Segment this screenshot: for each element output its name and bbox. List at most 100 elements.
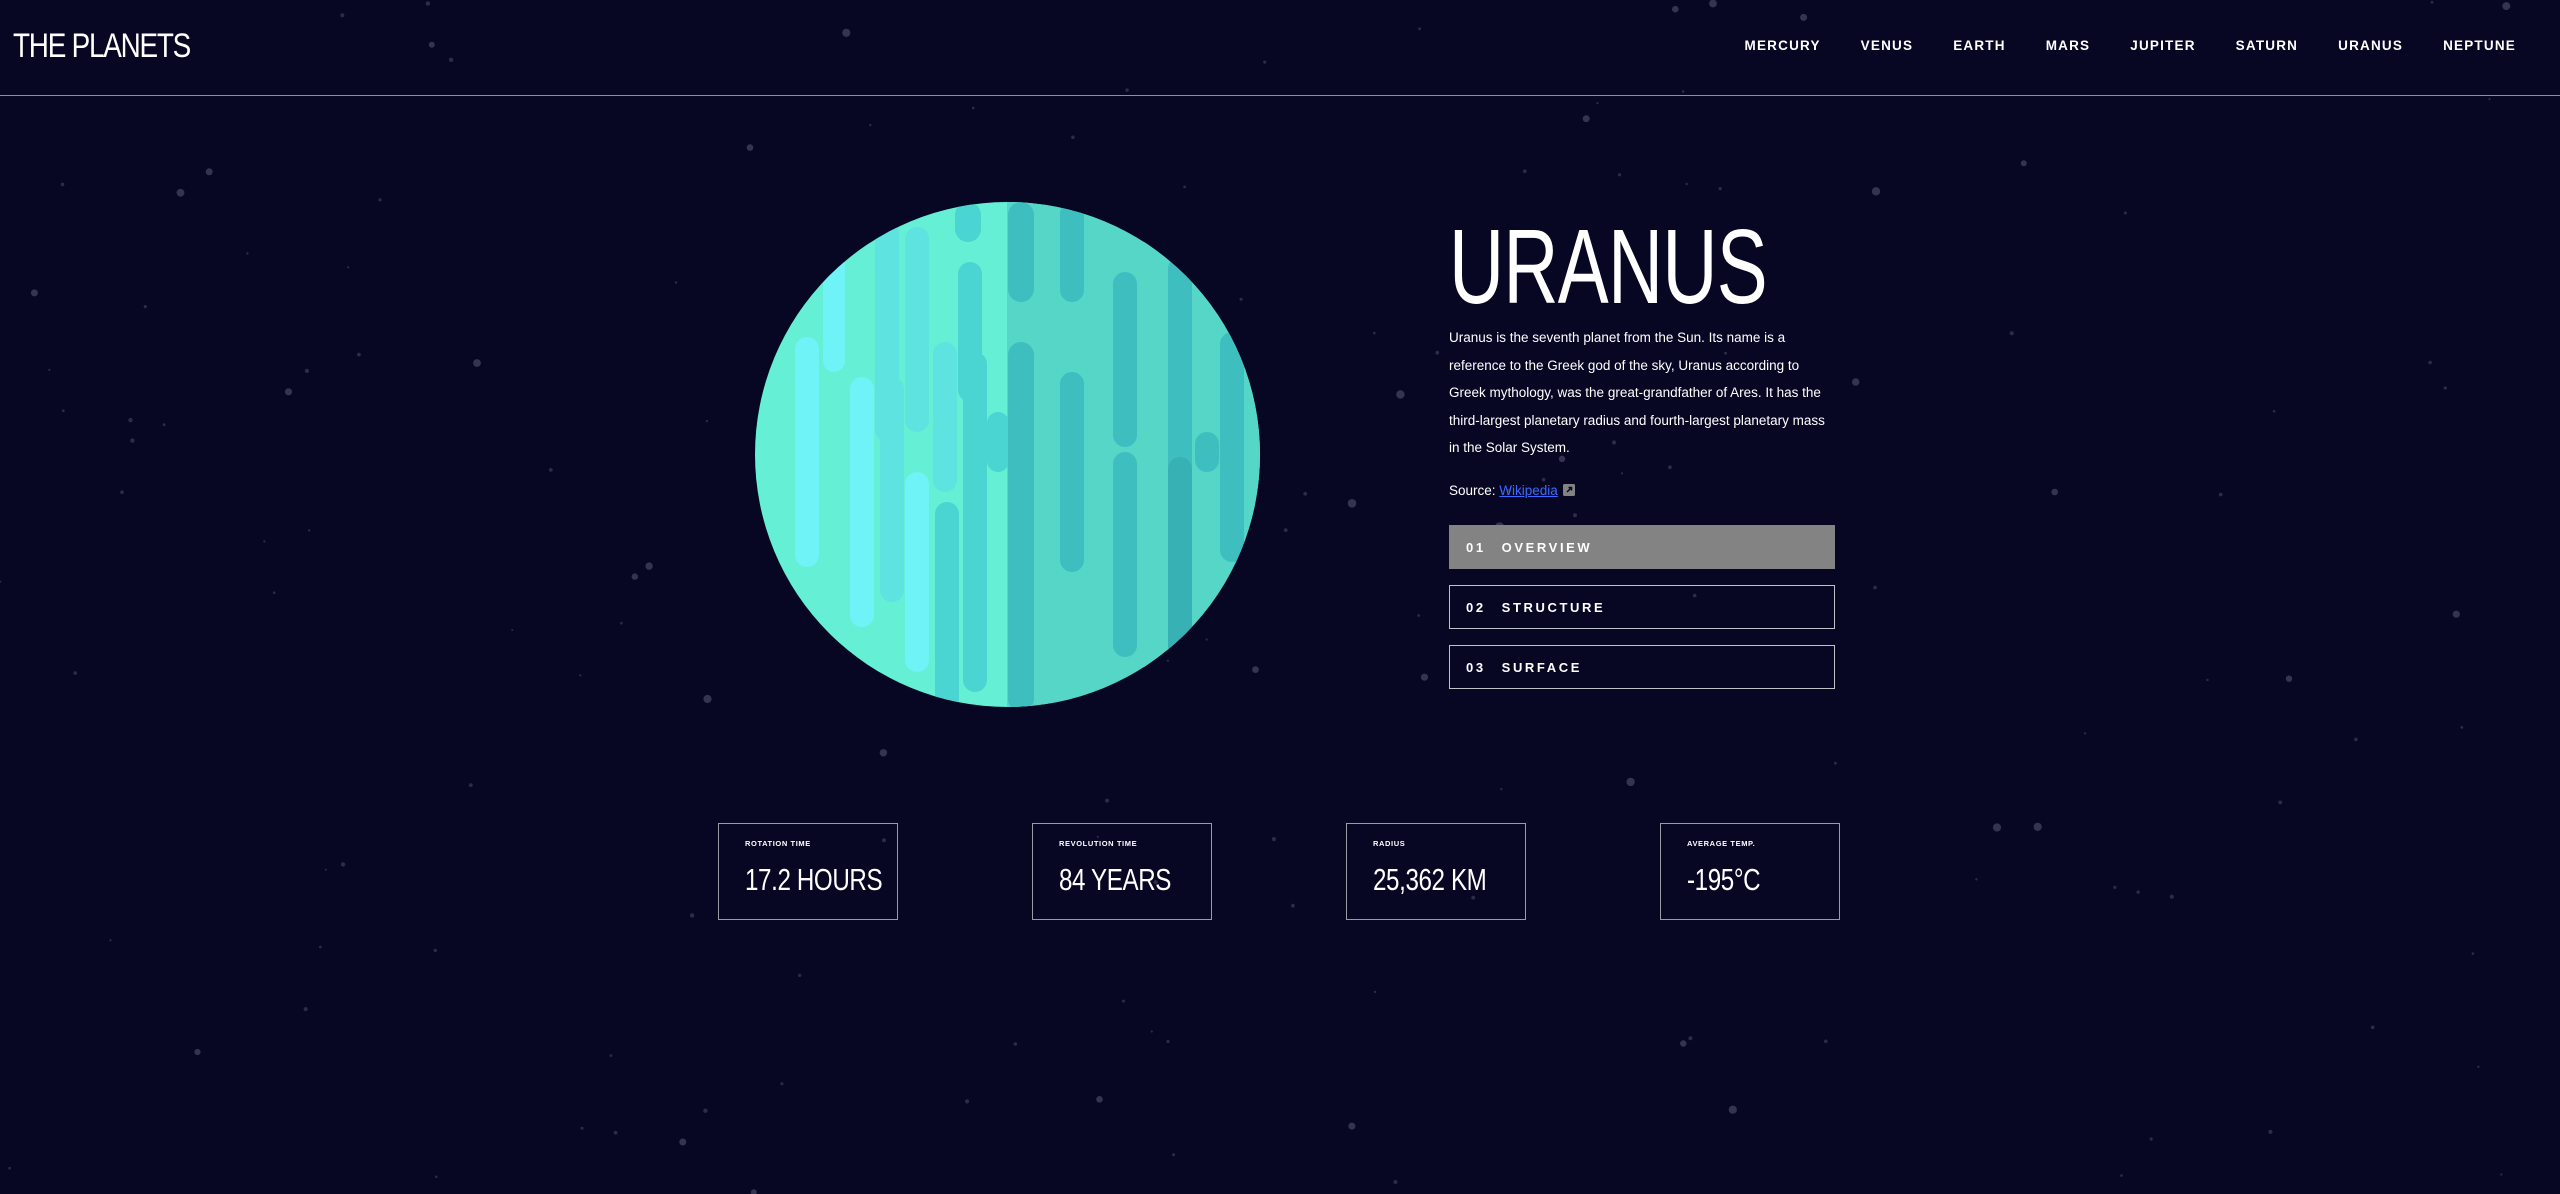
star-dot bbox=[1873, 585, 1877, 590]
tab-structure[interactable]: 02 STRUCTURE bbox=[1449, 585, 1835, 629]
star-dot bbox=[8, 1166, 11, 1170]
star-dot bbox=[1975, 878, 1978, 881]
star-dot bbox=[61, 409, 65, 413]
star-dot bbox=[1183, 185, 1186, 189]
star-dot bbox=[324, 868, 327, 871]
star-dot bbox=[2488, 98, 2491, 101]
star-dot bbox=[205, 168, 213, 176]
star-dot bbox=[60, 182, 65, 187]
star-dot bbox=[143, 305, 147, 309]
star-dot bbox=[284, 388, 293, 396]
star-dot bbox=[120, 490, 124, 495]
nav-item-mercury[interactable]: MERCURY bbox=[1745, 37, 1821, 55]
planet-info: URANUS Uranus is the seventh planet from… bbox=[1449, 212, 1835, 689]
nav-item-venus[interactable]: VENUS bbox=[1861, 37, 1914, 55]
star-dot bbox=[73, 671, 77, 675]
star-dot bbox=[468, 783, 473, 787]
star-dot bbox=[2123, 211, 2127, 215]
star-dot bbox=[1992, 823, 2002, 832]
star-dot bbox=[2471, 952, 2475, 955]
star-dot bbox=[1620, 472, 1624, 475]
star-dot bbox=[1417, 614, 1421, 617]
tab-overview[interactable]: 01 OVERVIEW bbox=[1449, 525, 1835, 569]
star-dot bbox=[109, 939, 112, 942]
nav-item-mars[interactable]: MARS bbox=[2046, 37, 2091, 55]
star-dot bbox=[780, 1082, 784, 1086]
external-link-icon[interactable] bbox=[1562, 482, 1575, 496]
star-dot bbox=[2051, 488, 2058, 496]
stat-revolution-time: REVOLUTION TIME 84 YEARS bbox=[1032, 823, 1212, 920]
star-dot bbox=[1523, 169, 1527, 173]
star-dot bbox=[2020, 160, 2027, 167]
star-dot bbox=[1373, 331, 1376, 335]
star-dot bbox=[2009, 331, 2014, 336]
star-dot bbox=[971, 106, 975, 110]
nav-item-saturn[interactable]: SATURN bbox=[2236, 37, 2298, 55]
star-dot bbox=[48, 368, 51, 371]
star-dot bbox=[1596, 102, 1599, 105]
star-dot bbox=[2285, 675, 2293, 682]
star-dot bbox=[2452, 610, 2460, 618]
star-dot bbox=[1688, 1036, 1693, 1041]
star-dot bbox=[750, 1189, 757, 1194]
star-dot bbox=[0, 580, 2, 583]
star-dot bbox=[2083, 732, 2087, 735]
tab-number: 03 bbox=[1466, 659, 1486, 675]
star-dot bbox=[263, 540, 266, 543]
nav-item-jupiter[interactable]: JUPITER bbox=[2130, 37, 2195, 55]
star-dot bbox=[579, 674, 582, 677]
star-dot bbox=[631, 573, 638, 580]
star-dot bbox=[2218, 492, 2223, 497]
star-dot bbox=[2500, 1173, 2503, 1176]
star-dot bbox=[1582, 115, 1590, 123]
source-link[interactable]: Wikipedia bbox=[1499, 483, 1558, 498]
site-header: THE PLANETS MERCURY VENUS EARTH MARS JUP… bbox=[0, 0, 2560, 96]
star-dot bbox=[869, 123, 872, 127]
star-dot bbox=[1373, 990, 1377, 994]
star-dot bbox=[1420, 673, 1429, 681]
star-dot bbox=[2428, 360, 2432, 365]
nav-item-neptune[interactable]: NEPTUNE bbox=[2443, 37, 2516, 55]
star-dot bbox=[689, 913, 695, 918]
star-dot bbox=[1096, 1096, 1103, 1103]
stat-radius: RADIUS 25,362 KM bbox=[1346, 823, 1526, 920]
star-dot bbox=[347, 266, 350, 269]
star-dot bbox=[30, 289, 38, 297]
nav-item-earth[interactable]: EARTH bbox=[1953, 37, 2006, 55]
star-dot bbox=[1303, 491, 1308, 496]
stat-value: 84 YEARS bbox=[1059, 862, 1172, 897]
planet-nav: MERCURY VENUS EARTH MARS JUPITER SATURN … bbox=[1705, 37, 2516, 55]
star-dot bbox=[746, 144, 754, 151]
star-dot bbox=[308, 529, 311, 532]
site-logo[interactable]: THE PLANETS bbox=[13, 26, 191, 66]
star-dot bbox=[357, 352, 361, 357]
tab-surface[interactable]: 03 SURFACE bbox=[1449, 645, 1835, 689]
star-dot bbox=[2206, 678, 2209, 682]
star-dot bbox=[246, 252, 249, 255]
stat-label: RADIUS bbox=[1373, 839, 1406, 848]
star-dot bbox=[1396, 390, 1405, 399]
star-dot bbox=[2113, 885, 2117, 890]
stat-label: REVOLUTION TIME bbox=[1059, 839, 1138, 848]
starfield-background bbox=[0, 0, 2511, 1194]
nav-item-uranus[interactable]: URANUS bbox=[2338, 37, 2403, 55]
stat-rotation-time: ROTATION TIME 17.2 HOURS bbox=[718, 823, 898, 920]
star-dot bbox=[319, 945, 322, 949]
stat-label: ROTATION TIME bbox=[745, 839, 811, 848]
tab-label: SURFACE bbox=[1501, 659, 1582, 675]
star-dot bbox=[1617, 173, 1622, 177]
star-dot bbox=[645, 562, 653, 570]
star-dot bbox=[2354, 737, 2358, 742]
star-dot bbox=[879, 749, 888, 757]
star-dot bbox=[1834, 761, 1837, 765]
tab-number: 01 bbox=[1466, 539, 1486, 555]
star-dot bbox=[1728, 1105, 1737, 1114]
star-dot bbox=[1871, 187, 1881, 196]
star-dot bbox=[162, 423, 166, 427]
star-dot bbox=[130, 438, 135, 443]
star-dot bbox=[272, 591, 276, 594]
star-dot bbox=[705, 419, 709, 423]
star-dot bbox=[1500, 788, 1503, 791]
uranus-planet-image bbox=[755, 202, 1260, 707]
star-dot bbox=[1291, 903, 1295, 908]
